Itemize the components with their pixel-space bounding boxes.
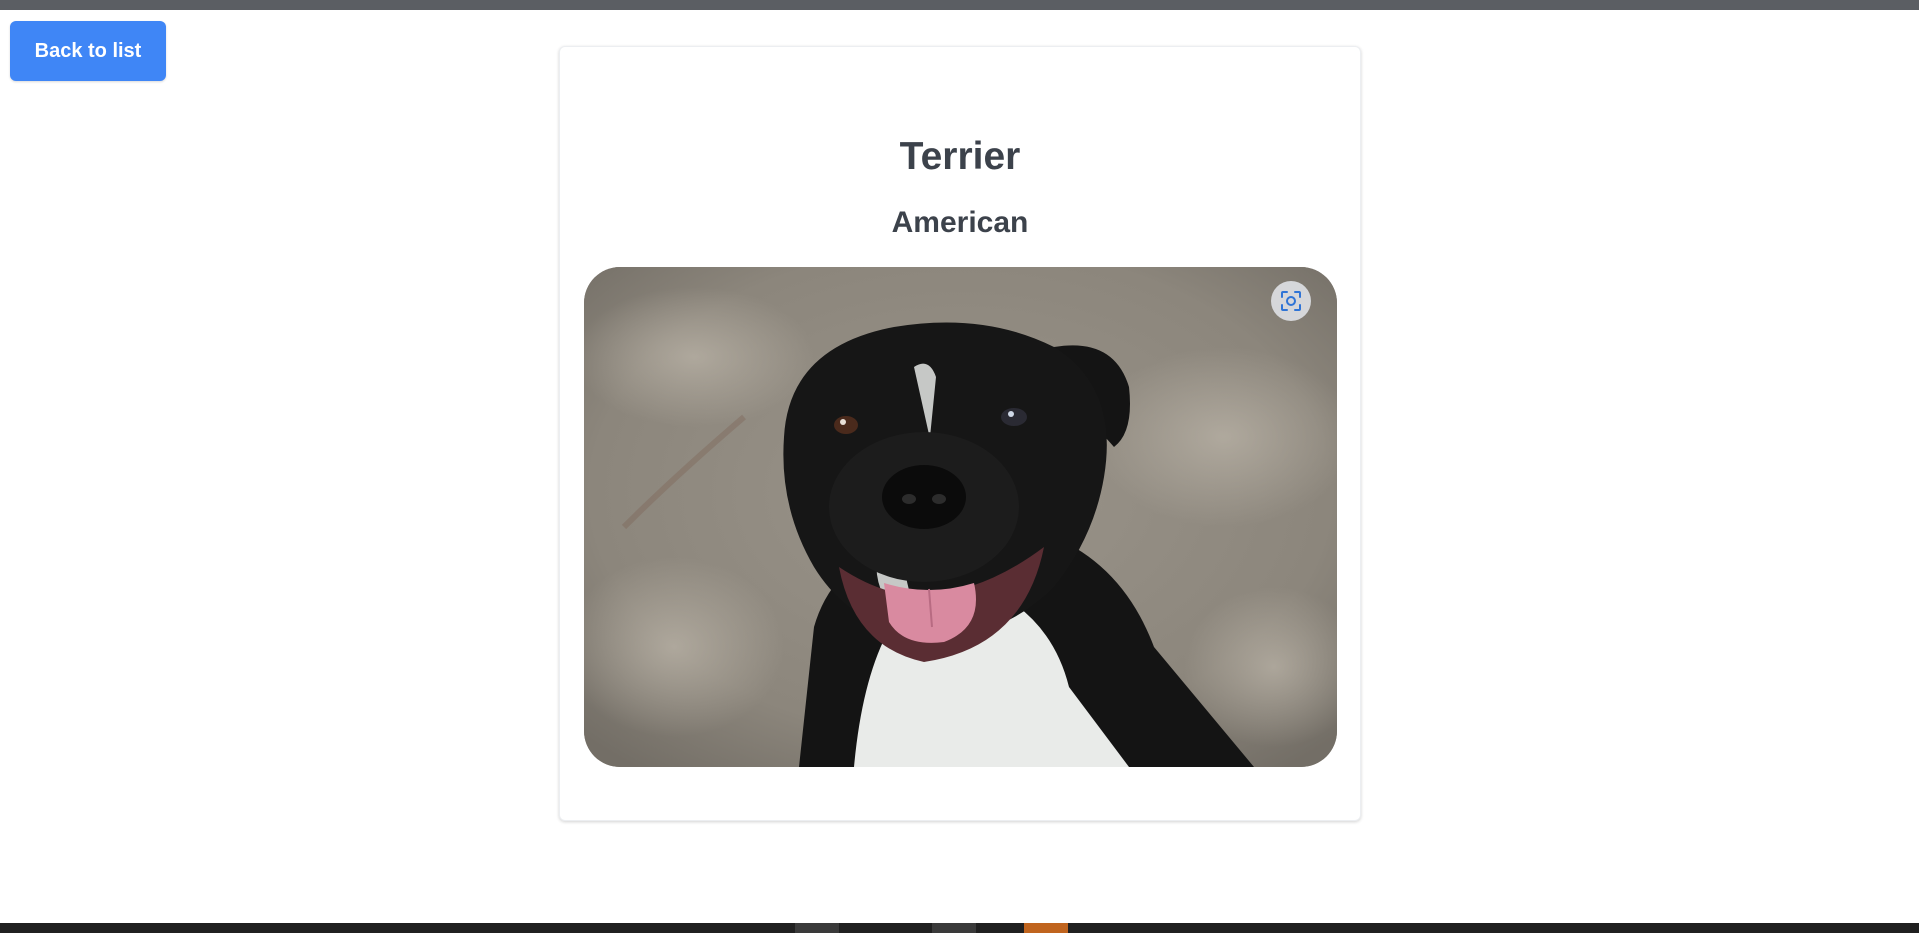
taskbar-item-active[interactable]	[1024, 923, 1068, 933]
back-to-list-button[interactable]: Back to list	[10, 21, 166, 81]
taskbar-item[interactable]	[795, 923, 839, 933]
browser-top-strip	[0, 0, 1919, 10]
visual-search-icon	[1281, 291, 1301, 311]
breed-title: Terrier	[899, 135, 1021, 178]
visual-search-button[interactable]	[1271, 281, 1311, 321]
sub-breed-title: American	[891, 206, 1029, 239]
dog-photo	[584, 267, 1337, 767]
taskbar-strip	[0, 923, 1919, 933]
taskbar-item[interactable]	[932, 923, 976, 933]
breed-card: Terrier American	[559, 46, 1361, 821]
